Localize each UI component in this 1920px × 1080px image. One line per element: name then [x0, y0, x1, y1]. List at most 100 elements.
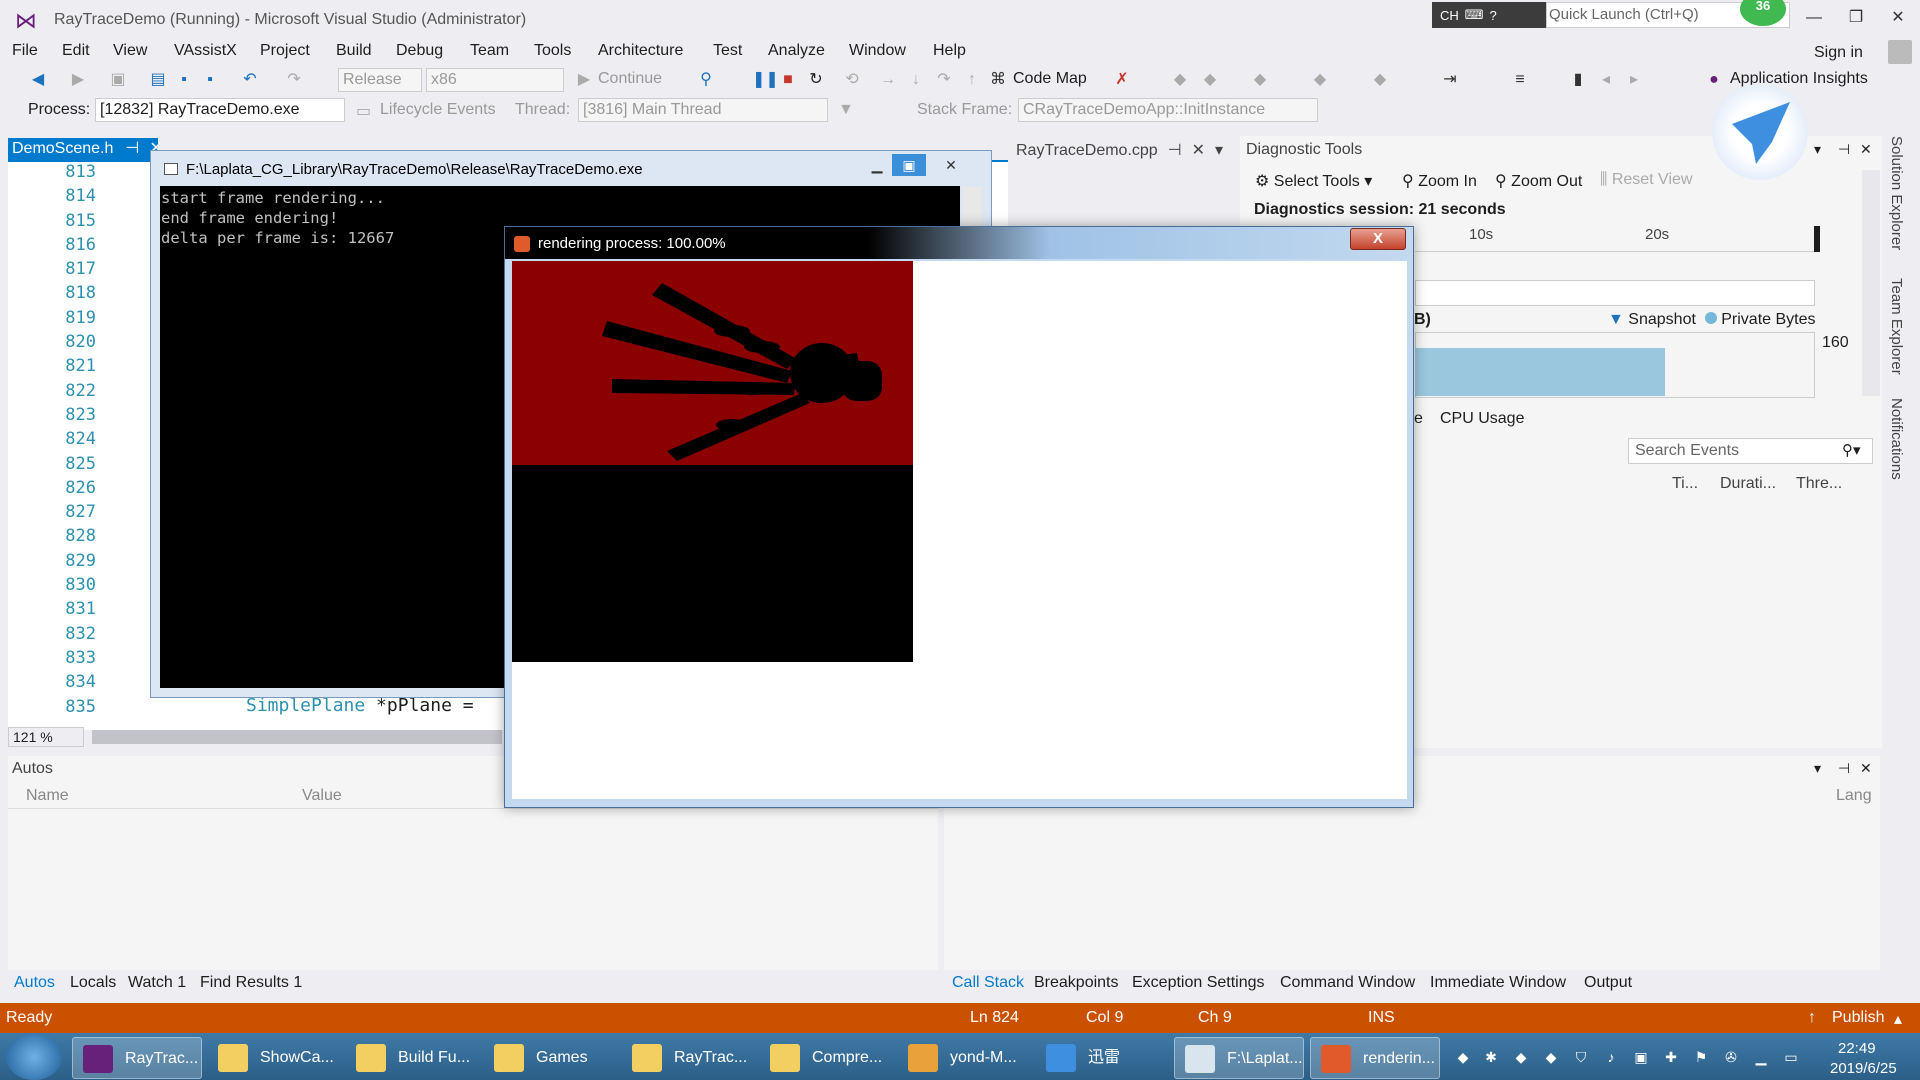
restore-button[interactable]: ▣ — [892, 154, 926, 176]
menu-file[interactable]: File — [12, 42, 38, 60]
search-events-input[interactable]: Search Events — [1628, 438, 1873, 464]
account-icon[interactable] — [1888, 40, 1912, 64]
column-header-time[interactable]: Ti... — [1672, 475, 1698, 493]
tab-cpu-usage[interactable]: CPU Usage — [1440, 410, 1524, 428]
undo-icon[interactable]: ↶ — [240, 70, 260, 90]
zoom-level-dropdown[interactable]: 121 % — [8, 727, 84, 747]
bluetooth-icon[interactable]: ✱ — [1482, 1048, 1500, 1066]
show-next-statement-icon[interactable]: ⟲ — [842, 70, 862, 90]
restart-icon[interactable]: ↻ — [806, 70, 826, 90]
minimize-button[interactable]: — — [1796, 4, 1832, 32]
taskbar-item-xunlei[interactable]: 迅雷 — [1036, 1037, 1166, 1079]
step-back-icon[interactable]: ↑ — [962, 70, 982, 90]
menu-test[interactable]: Test — [713, 42, 742, 60]
comment-icon[interactable]: ≡ — [1510, 70, 1530, 90]
menu-analyze[interactable]: Analyze — [768, 42, 825, 60]
chevron-down-icon[interactable]: ▾ — [1215, 142, 1223, 159]
toolbar-icon-e[interactable]: ◆ — [1370, 70, 1390, 90]
toolbar-icon-b[interactable]: ◆ — [1200, 70, 1220, 90]
restore-button[interactable]: ❐ — [1838, 4, 1874, 32]
menu-debug[interactable]: Debug — [396, 42, 443, 60]
flag-icon[interactable]: ⚑ — [1692, 1048, 1710, 1066]
vertical-scrollbar[interactable] — [1862, 170, 1880, 396]
taskbar-item-folder[interactable]: Compre... — [760, 1037, 890, 1079]
step-over-icon[interactable]: ↓ — [906, 70, 926, 90]
menu-view[interactable]: View — [113, 42, 147, 60]
pin-icon[interactable]: ⊣ — [1838, 141, 1850, 158]
column-header-duration[interactable]: Durati... — [1720, 475, 1776, 493]
zoom-out-button[interactable]: ⚲ Zoom Out — [1495, 171, 1582, 191]
tray-icon[interactable]: ◆ — [1542, 1048, 1560, 1066]
taskbar-item-folder[interactable]: Games — [484, 1037, 614, 1079]
tab-exception-settings[interactable]: Exception Settings — [1132, 974, 1265, 992]
taskbar-item-console[interactable]: F:\Laplat... — [1174, 1037, 1304, 1079]
tab-call-stack[interactable]: Call Stack — [952, 974, 1024, 992]
toolbar-icon-a[interactable]: ◆ — [1170, 70, 1190, 90]
break-all-icon[interactable]: ❚❚ — [752, 70, 779, 90]
lifecycle-events-dropdown[interactable]: Lifecycle Events — [380, 101, 496, 119]
close-icon[interactable]: ✕ — [1860, 141, 1872, 158]
toolbar-icon-c[interactable]: ◆ — [1250, 70, 1270, 90]
clock-date[interactable]: 2019/6/25 — [1830, 1060, 1897, 1077]
tab-locals[interactable]: Locals — [70, 974, 116, 992]
search-icon[interactable]: ⚲▾ — [1842, 441, 1861, 459]
open-file-icon[interactable]: ▤ — [148, 70, 168, 90]
close-button[interactable]: ✕ — [1880, 4, 1916, 32]
tray-icon[interactable]: ◆ — [1512, 1048, 1530, 1066]
step-into-icon[interactable]: → — [878, 70, 898, 90]
menu-vassistx[interactable]: VAssistX — [174, 42, 237, 60]
menu-tools[interactable]: Tools — [534, 42, 571, 60]
thread-dropdown[interactable]: [3816] Main Thread — [578, 98, 828, 122]
step-out-icon[interactable]: ↷ — [934, 70, 954, 90]
column-header-name[interactable]: Name — [26, 787, 69, 805]
filter-icon[interactable]: ▼ — [838, 101, 854, 119]
indent-icon[interactable]: ⇥ — [1440, 70, 1460, 90]
column-header-thread[interactable]: Thre... — [1796, 475, 1842, 493]
horizontal-scrollbar[interactable] — [92, 730, 502, 744]
tab-watch-1[interactable]: Watch 1 — [128, 974, 186, 992]
menu-architecture[interactable]: Architecture — [598, 42, 683, 60]
tab-autos[interactable]: Autos — [14, 974, 55, 992]
pin-icon[interactable]: ⊣ — [1838, 760, 1850, 777]
network-icon[interactable]: ✇ — [1722, 1048, 1740, 1066]
column-header-value[interactable]: Value — [302, 787, 342, 805]
platform-dropdown[interactable]: x86 — [426, 68, 564, 92]
reset-view-button[interactable]: ⫼ Reset View — [1600, 171, 1692, 189]
events-track[interactable] — [1415, 280, 1815, 306]
code-map-button[interactable]: Code Map — [1013, 70, 1087, 88]
floating-bird-icon[interactable] — [1712, 84, 1808, 180]
tab-find-results-1[interactable]: Find Results 1 — [200, 974, 302, 992]
new-project-icon[interactable]: ▣ — [108, 70, 128, 90]
stop-debugging-icon[interactable]: ■ — [778, 70, 798, 90]
tray-icon[interactable]: ◆ — [1454, 1048, 1472, 1066]
menu-team[interactable]: Team — [470, 42, 509, 60]
tab-raytracedemo-cpp[interactable]: RayTraceDemo.cpp ⊣ ✕ ▾ — [1016, 140, 1223, 160]
pin-icon[interactable]: ⊣ — [125, 140, 139, 157]
exceptions-icon[interactable]: ✗ — [1112, 70, 1132, 90]
timeline-cursor[interactable] — [1814, 226, 1820, 252]
continue-button[interactable]: Continue — [598, 70, 662, 88]
attach-icon[interactable]: ⚲ — [696, 70, 716, 90]
stack-frame-dropdown[interactable]: CRayTraceDemoApp::InitInstance — [1018, 98, 1318, 122]
save-all-icon[interactable]: ▪ — [200, 70, 220, 90]
column-header-language[interactable]: Lang — [1836, 787, 1872, 805]
minimize-button[interactable]: ▁ — [862, 154, 892, 176]
panel-menu-icon[interactable]: ▾ — [1814, 141, 1821, 158]
toolbar-icon-d[interactable]: ◆ — [1310, 70, 1330, 90]
close-icon[interactable]: ✕ — [1860, 760, 1872, 777]
panel-menu-icon[interactable]: ▾ — [1814, 760, 1821, 777]
chevron-up-icon[interactable]: ▴ — [1894, 1009, 1902, 1029]
close-tab-icon[interactable]: ✕ — [1192, 142, 1205, 159]
select-tools-dropdown[interactable]: ⚙ Select Tools ▾ — [1255, 171, 1372, 191]
taskbar-item-folder[interactable]: Build Fu... — [346, 1037, 476, 1079]
taskbar-item-visual-studio[interactable]: RayTrac... — [72, 1037, 202, 1079]
save-icon[interactable]: ▪ — [174, 70, 194, 90]
close-button[interactable]: X — [1350, 228, 1406, 250]
process-dropdown[interactable]: [12832] RayTraceDemo.exe — [95, 98, 345, 122]
tab-command-window[interactable]: Command Window — [1280, 974, 1415, 992]
tab-output[interactable]: Output — [1584, 974, 1632, 992]
clock-time[interactable]: 22:49 — [1838, 1040, 1876, 1057]
taskbar-item-app[interactable]: yond-M... — [898, 1037, 1028, 1079]
menu-project[interactable]: Project — [260, 42, 310, 60]
redo-icon[interactable]: ↷ — [284, 70, 304, 90]
